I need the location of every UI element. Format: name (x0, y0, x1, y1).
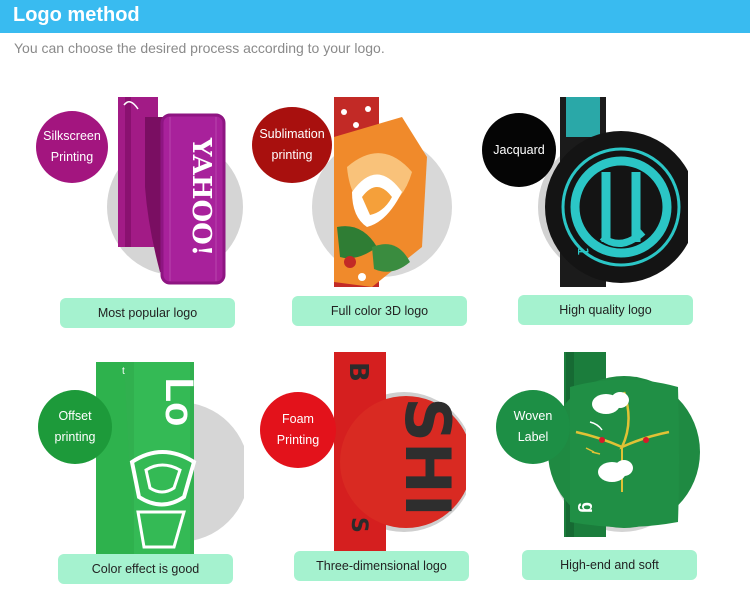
foam-logo-text: SHI (391, 397, 464, 517)
bubble-line-1: Sublimation (259, 127, 325, 141)
method-card-jacquard: 1 Jacquard High quality logo (478, 97, 693, 347)
offset-logo-text: Lo (157, 378, 201, 427)
caption-full-color-3d-logo: Full color 3D logo (292, 296, 467, 326)
method-card-sublimation: Sublimation printing Full color 3D logo (252, 97, 467, 347)
offset-printing-badge: Offset printing (38, 390, 112, 464)
svg-text:B: B (343, 362, 373, 382)
bubble-line-1: Foam (282, 412, 314, 426)
caption-color-effect-is-good: Color effect is good (58, 554, 233, 584)
bubble-line-1: Offset (58, 409, 92, 423)
yahoo-logo: YAHOO! (186, 137, 216, 256)
bubble-line-2: Printing (276, 433, 320, 447)
foam-printing-badge: Foam Printing (260, 392, 336, 468)
method-card-silkscreen: YAHOO! Silkscreen Printing Most popular … (36, 97, 250, 347)
caption-three-dimensional-logo: Three-dimensional logo (294, 551, 469, 581)
caption-high-end-and-soft: High-end and soft (522, 550, 697, 580)
header-bar: Logo method (0, 0, 750, 33)
bubble-line-1: Jacquard (493, 142, 545, 157)
page-subtitle: You can choose the desired process accor… (14, 40, 385, 56)
svg-text:t: t (122, 366, 125, 377)
svg-text:S: S (346, 517, 371, 533)
bubble-line-2: Label (517, 430, 549, 444)
svg-text:g: g (578, 502, 598, 513)
jacquard-badge: Jacquard (482, 113, 556, 187)
bubble-line-1: Woven (513, 409, 553, 423)
bubble-line-2: Printing (50, 150, 94, 164)
bubble-line-2: printing (271, 148, 313, 162)
method-card-offset: Lo t Offset printing Color effect is goo… (34, 362, 244, 600)
method-card-foam: B SHI S Foam Printing Three-dimensional … (256, 352, 469, 600)
bubble-line-1: Silkscreen (43, 129, 101, 143)
svg-text:1: 1 (574, 247, 590, 256)
caption-high-quality-logo: High quality logo (518, 295, 693, 325)
silkscreen-printing-badge: Silkscreen Printing (36, 111, 108, 183)
caption-most-popular-logo: Most popular logo (60, 298, 235, 328)
method-card-woven: g Woven Label High-end and soft (494, 352, 704, 600)
sublimation-printing-badge: Sublimation printing (252, 107, 332, 183)
page-title: Logo method (13, 4, 140, 26)
woven-label-badge: Woven Label (496, 390, 570, 464)
bubble-line-2: printing (54, 430, 96, 444)
